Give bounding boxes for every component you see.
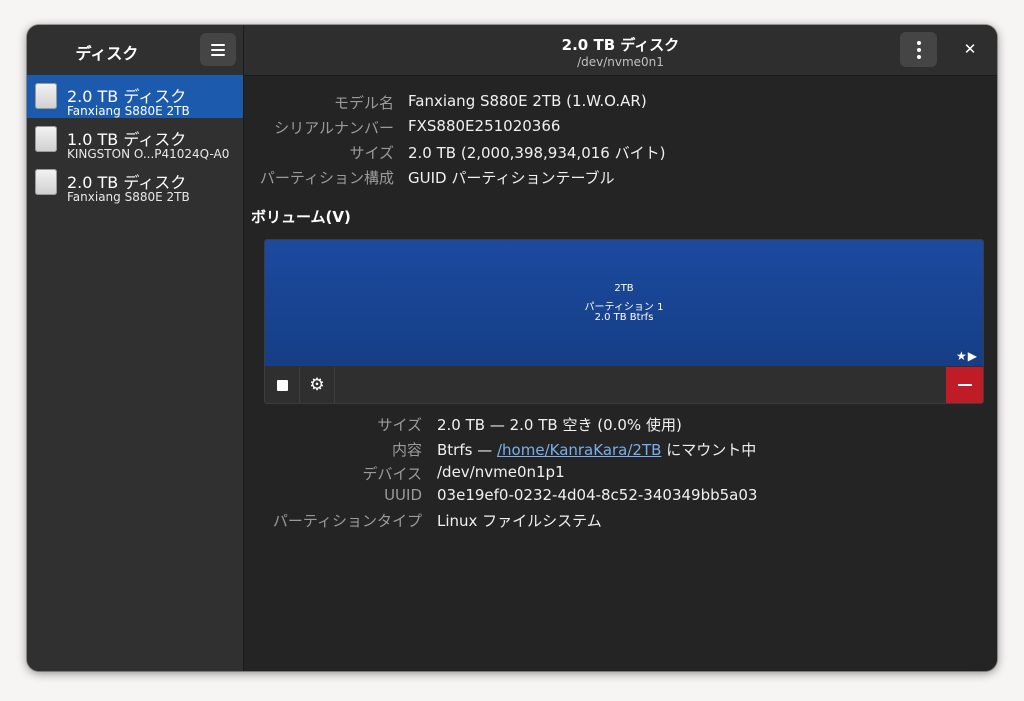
model-label: モデル名: [333, 94, 394, 112]
hamburger-menu-icon: [211, 43, 225, 46]
serial-value: FXS880E251020366: [408, 117, 561, 135]
header-bar: 2.0 TB ディスク /dev/nvme0n1 ✕: [244, 25, 997, 76]
partitioning-label: パーティション構成: [259, 169, 394, 187]
drive-icon: [35, 169, 57, 195]
disk-model: Fanxiang S880E 2TB: [67, 104, 190, 118]
window-title: 2.0 TB ディスク: [561, 36, 680, 54]
model-value: Fanxiang S880E 2TB (1.W.O.AR): [408, 92, 647, 110]
hamburger-menu-button[interactable]: [200, 33, 236, 66]
disk-list-item[interactable]: 1.0 TB ディスク KINGSTON O...P41024Q-A0: [27, 118, 243, 161]
disk-model: Fanxiang S880E 2TB: [67, 190, 190, 204]
device-value: /dev/nvme0n1p1: [437, 463, 565, 481]
drive-menu-button[interactable]: [900, 32, 937, 67]
disks-window: ディスク 2.0 TB ディスク Fanxiang S880E 2TB 1.0 …: [27, 25, 997, 671]
content-prefix: Btrfs —: [437, 441, 497, 459]
disk-list-item[interactable]: 2.0 TB ディスク Fanxiang S880E 2TB: [27, 75, 243, 118]
drive-icon: [35, 126, 57, 152]
uuid-label: UUID: [384, 486, 422, 504]
serial-label: シリアルナンバー: [274, 119, 394, 137]
window-subtitle: /dev/nvme0n1: [577, 55, 664, 69]
sidebar-title: ディスク: [75, 44, 139, 63]
minus-icon: [957, 384, 972, 386]
partition-settings-button[interactable]: ⚙: [300, 367, 335, 403]
close-icon: ✕: [963, 40, 977, 58]
partition-label-size: 2TB: [614, 283, 634, 294]
partitioning-value: GUID パーティションテーブル: [408, 169, 615, 187]
partition-label-name: パーティション 1: [584, 302, 664, 313]
uuid-value: 03e19ef0-0232-4d04-8c52-340349bb5a03: [437, 486, 758, 504]
volumes-heading: ボリューム(V): [251, 208, 351, 226]
size-label: サイズ: [349, 144, 394, 162]
volume-map: 2TB パーティション 1 2.0 TB Btrfs ★▶ ⚙: [264, 239, 984, 404]
more-vertical-icon: [916, 40, 921, 45]
disk-list: 2.0 TB ディスク Fanxiang S880E 2TB 1.0 TB ディ…: [27, 75, 243, 204]
delete-partition-button[interactable]: [946, 367, 983, 403]
mounted-star-play-icon: ★▶: [956, 349, 978, 363]
settings-gear-icon: ⚙: [309, 375, 325, 395]
partition-block[interactable]: 2TB パーティション 1 2.0 TB Btrfs ★▶: [265, 240, 983, 366]
close-button[interactable]: ✕: [958, 37, 982, 61]
partition-size-label: サイズ: [377, 416, 422, 434]
sidebar: ディスク 2.0 TB ディスク Fanxiang S880E 2TB 1.0 …: [27, 25, 244, 671]
size-value: 2.0 TB (2,000,398,934,016 バイト): [408, 144, 666, 162]
content-suffix: にマウント中: [661, 441, 757, 459]
stop-icon: [276, 379, 288, 391]
partition-label-fs: 2.0 TB Btrfs: [594, 312, 654, 323]
volume-toolbar: ⚙: [265, 367, 983, 403]
content-value: Btrfs — /home/KanraKara/2TB にマウント中: [437, 439, 756, 460]
mount-point-link[interactable]: /home/KanraKara/2TB: [497, 441, 661, 459]
unmount-button[interactable]: [265, 367, 300, 403]
device-label: デバイス: [362, 465, 422, 483]
partition-type-value: Linux ファイルシステム: [437, 512, 602, 530]
disk-model: KINGSTON O...P41024Q-A0: [67, 147, 230, 161]
drive-icon: [35, 83, 57, 109]
sidebar-header: ディスク: [27, 25, 243, 75]
content-label: 内容: [391, 441, 422, 459]
main-pane: 2.0 TB ディスク /dev/nvme0n1 ✕ モデル名 Fanxiang…: [244, 25, 997, 671]
partition-type-label: パーティションタイプ: [272, 512, 422, 530]
partition-size-value: 2.0 TB — 2.0 TB 空き (0.0% 使用): [437, 416, 682, 434]
disk-list-item[interactable]: 2.0 TB ディスク Fanxiang S880E 2TB: [27, 161, 243, 204]
